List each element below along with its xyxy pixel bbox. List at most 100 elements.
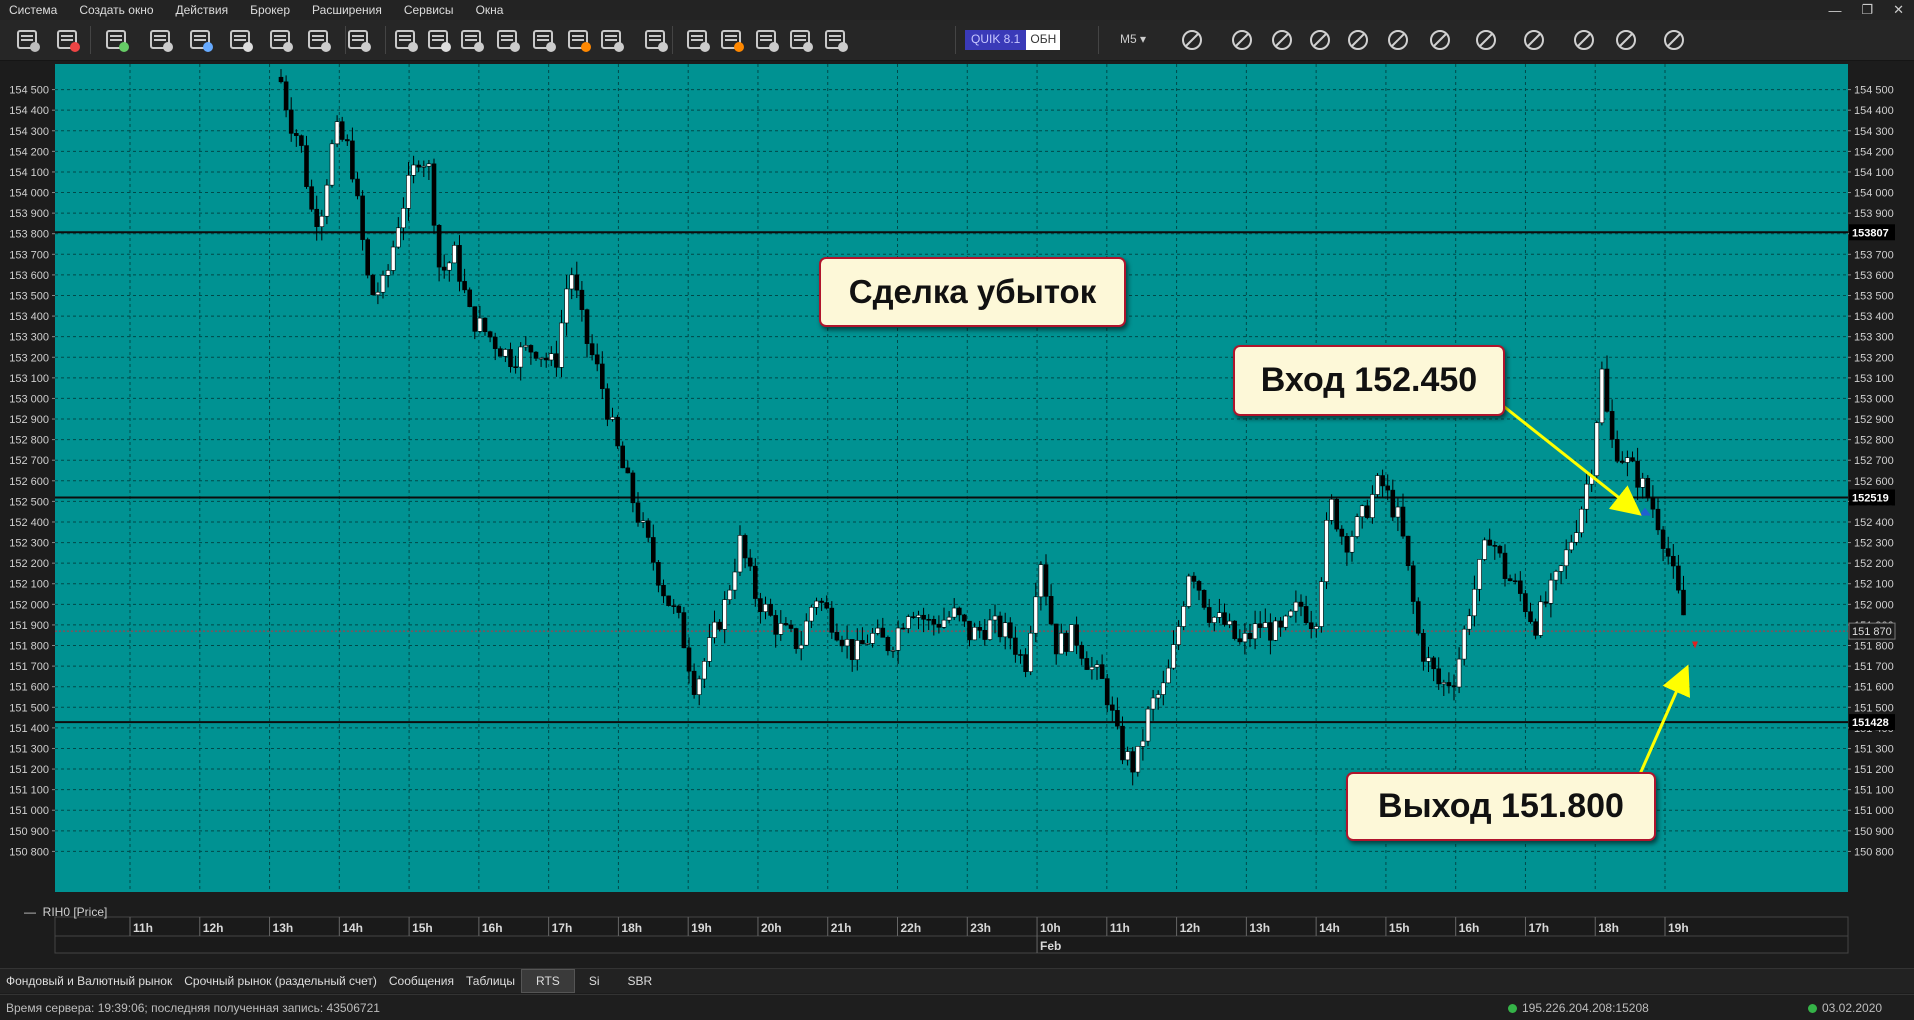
y-tick-label-left: 153 200 — [9, 352, 49, 364]
current-date: 03.02.2020 — [1808, 1001, 1882, 1015]
candle-down — [1416, 601, 1421, 634]
tab-messages[interactable]: Сообщения — [383, 970, 460, 992]
candle-up — [1145, 708, 1151, 742]
candle-up — [809, 607, 814, 622]
minimize-button[interactable]: — — [1828, 3, 1841, 18]
briefcase-icon[interactable] — [787, 26, 815, 54]
transfers-icon[interactable] — [718, 26, 746, 54]
y-tick-label-left: 150 800 — [9, 846, 49, 858]
x-tick-label: 11h — [133, 921, 153, 935]
candle-down — [885, 637, 891, 652]
tab-tables[interactable]: Таблицы — [460, 970, 521, 992]
window-controls: — ❐ ✕ — [1828, 0, 1904, 20]
quotes-icon[interactable] — [187, 26, 215, 54]
menu-extensions[interactable]: Расширения — [301, 3, 393, 17]
candle-down — [304, 145, 309, 187]
candle-down — [1665, 548, 1671, 557]
orders-icon[interactable] — [267, 26, 295, 54]
tab-rts[interactable]: RTS — [521, 969, 575, 993]
candle-up — [916, 614, 921, 618]
messages-icon[interactable] — [425, 26, 453, 54]
trades-icon[interactable] — [392, 26, 420, 54]
timeframe-select[interactable]: M5 ▾ — [1120, 32, 1146, 46]
current-price-label: 151 870 — [1852, 626, 1892, 638]
menu-broker[interactable]: Брокер — [239, 3, 301, 17]
chart-icon[interactable] — [147, 26, 175, 54]
candle-down — [1609, 411, 1615, 440]
candle-down — [467, 289, 473, 307]
pan-hand-icon[interactable] — [1426, 26, 1454, 54]
zoom-in-icon[interactable] — [1268, 26, 1296, 54]
zoom-out-icon[interactable] — [1306, 26, 1334, 54]
deals-icon[interactable] — [684, 26, 712, 54]
portfolio-settings-icon[interactable] — [305, 26, 333, 54]
tab-stock-market[interactable]: Фондовый и Валютный рынок — [0, 970, 178, 992]
tab-sbr[interactable]: SBR — [614, 970, 667, 992]
menu-services[interactable]: Сервисы — [393, 3, 465, 17]
menu-bar: Система Создать окно Действия Брокер Рас… — [0, 0, 1914, 20]
candle-down — [1528, 611, 1533, 622]
callout-loss-text: Сделка убыток — [848, 273, 1097, 310]
y-tick-label-right: 154 300 — [1854, 126, 1894, 138]
money-icon[interactable] — [565, 26, 593, 54]
fit-icon[interactable] — [1228, 26, 1256, 54]
target-icon[interactable] — [1384, 26, 1412, 54]
grid-tool-icon[interactable] — [1660, 26, 1688, 54]
y-tick-label-right: 153 300 — [1854, 332, 1894, 344]
table-icon[interactable] — [227, 26, 255, 54]
menu-actions[interactable]: Действия — [165, 3, 240, 17]
money-bag-icon[interactable] — [822, 26, 850, 54]
text-tool-icon[interactable] — [1520, 26, 1548, 54]
server-time: Время сервера: 19:39:06; последняя получ… — [6, 1001, 380, 1015]
restore-button[interactable]: ❐ — [1861, 2, 1873, 18]
menu-create-window[interactable]: Создать окно — [68, 3, 164, 17]
candle-down — [1645, 478, 1651, 499]
disconnect-icon[interactable] — [54, 26, 82, 54]
crosshair-icon[interactable] — [1178, 26, 1206, 54]
candle-up — [421, 165, 427, 168]
x-axis-strip — [54, 916, 1849, 954]
y-tick-label-left: 152 900 — [9, 414, 49, 426]
clients-icon[interactable] — [598, 26, 626, 54]
candle-up — [1625, 457, 1630, 463]
alerts-icon[interactable] — [458, 26, 486, 54]
candle-up — [1359, 505, 1365, 518]
candle-up — [411, 164, 416, 176]
candle-up — [1212, 617, 1217, 623]
stop-orders-icon[interactable] — [345, 26, 373, 54]
toolbar-separator — [672, 26, 673, 54]
close-button[interactable]: ✕ — [1893, 2, 1904, 18]
menu-windows[interactable]: Окна — [465, 3, 515, 17]
hand-icon[interactable] — [494, 26, 522, 54]
tab-derivatives[interactable]: Срочный рынок (раздельный счет) — [178, 970, 383, 992]
candle-down — [645, 520, 651, 538]
x-tick-label: 16h — [482, 921, 503, 935]
candle-down — [1400, 506, 1406, 537]
candle-up — [385, 270, 391, 276]
terminal-badge[interactable]: QUIK 8.1 ОБН — [965, 30, 1061, 50]
candle-down — [1614, 439, 1620, 462]
limits-icon[interactable] — [530, 26, 558, 54]
ruler-icon[interactable] — [1344, 26, 1372, 54]
balance-icon[interactable] — [753, 26, 781, 54]
line-tool-icon[interactable] — [1472, 26, 1500, 54]
settings-wrench-icon[interactable] — [14, 26, 42, 54]
candle-down — [288, 109, 294, 134]
candle-up — [1252, 623, 1258, 640]
candle-up — [1370, 494, 1375, 518]
tab-si[interactable]: Si — [575, 970, 614, 992]
fill-tool-icon[interactable] — [1570, 26, 1598, 54]
candle-down — [793, 628, 799, 649]
candle-up — [1161, 682, 1166, 695]
positions-icon[interactable] — [642, 26, 670, 54]
x-tick-label: 15h — [412, 921, 433, 935]
candle-up — [1002, 622, 1008, 638]
hide-icon[interactable] — [1612, 26, 1640, 54]
y-tick-label-left: 153 000 — [9, 393, 49, 405]
candle-up — [1441, 682, 1447, 685]
chart-area[interactable]: 154 500 154 500 154 400 154 400 154 300 154 3… — [0, 62, 1914, 962]
callout-entry-text: Вход 152.450 — [1260, 361, 1478, 399]
candle-up — [890, 649, 896, 652]
menu-system[interactable]: Система — [0, 3, 68, 17]
new-window-icon[interactable] — [103, 26, 131, 54]
